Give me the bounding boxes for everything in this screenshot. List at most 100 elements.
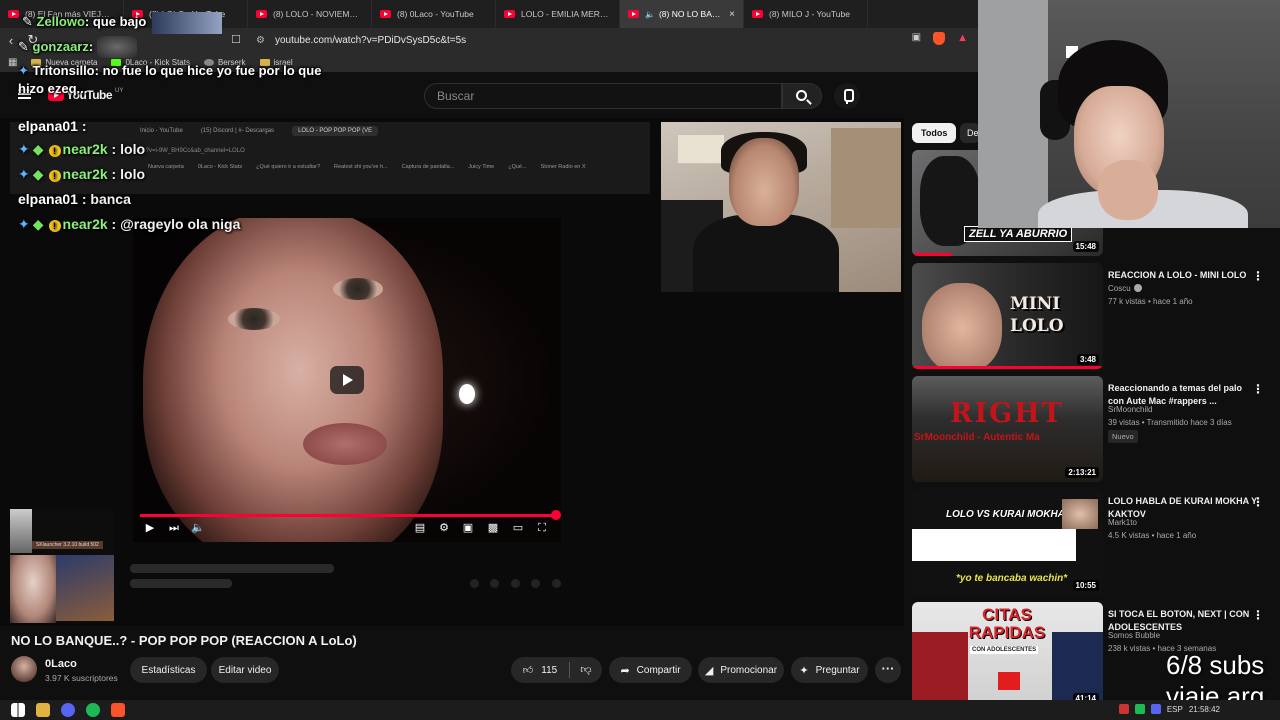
chat-text: lolo (120, 166, 146, 182)
more-options-icon[interactable]: ⋮ (1252, 269, 1264, 283)
recommended-channel[interactable]: SrMoonchild (1108, 405, 1152, 414)
ask-button[interactable]: ✦ Preguntar (791, 657, 868, 683)
wall (978, 0, 1048, 228)
chat-username: near2k (62, 141, 108, 157)
tray-app-icon[interactable] (1118, 704, 1129, 714)
recommended-channel[interactable]: Coscu (1108, 284, 1142, 293)
loading-dot (490, 579, 499, 588)
search-button[interactable] (782, 83, 822, 109)
next-icon[interactable]: ⏭ (166, 520, 182, 536)
duration-badge: 2:13:21 (1065, 467, 1099, 478)
close-tab-icon[interactable]: × (729, 9, 735, 20)
sword-badge-icon: ✦ (18, 216, 30, 232)
like-dislike-group: 👍︎ 115 👎︎ (511, 657, 602, 683)
edit-video-button[interactable]: Editar video (211, 657, 279, 683)
chip-all[interactable]: Todos (912, 123, 957, 143)
thumb-person (922, 283, 1002, 369)
more-options-icon[interactable]: ⋮ (1252, 382, 1264, 396)
channel-label: Coscu (1108, 284, 1131, 293)
more-options-icon[interactable]: ⋮ (1252, 495, 1264, 509)
person-head (729, 138, 799, 226)
video-thumbnail[interactable]: MINI LOLO 3:48 (912, 263, 1103, 369)
video-thumbnail[interactable]: RIGHT SrMoonchild - Autentic Ma 2:13:21 (912, 376, 1103, 482)
more-options-icon[interactable]: ⋮ (1252, 608, 1264, 622)
spotify-icon[interactable] (86, 703, 100, 717)
dislike-button[interactable]: 👎︎ (571, 657, 601, 683)
loading-skeleton (130, 579, 232, 588)
windows-start-icon[interactable] (11, 703, 25, 717)
clock[interactable]: 21:58:42 (1189, 705, 1220, 714)
channel-avatar[interactable] (11, 656, 37, 682)
discord-icon[interactable] (61, 703, 75, 717)
play-icon[interactable]: ▶ (142, 520, 158, 536)
music-video-frame[interactable] (133, 218, 561, 542)
video-thumbnail[interactable]: CITAS RAPIDAS CON ADOLESCENTES 41:14 (912, 602, 1103, 708)
captured-bookmark: 0Laco - Kick Stats (197, 164, 243, 170)
fullscreen-icon[interactable]: ⛶ (534, 520, 550, 536)
progress-bar[interactable] (140, 510, 561, 520)
subtitles-icon[interactable]: ▤ (412, 520, 428, 536)
share-button[interactable]: ➦ Compartir (609, 657, 692, 683)
voice-search-mic-icon[interactable] (834, 83, 860, 109)
overlay-chat-line: ✦ Tritonsillo: no fue lo que hice yo fue… (18, 63, 321, 79)
streamer-facecam (978, 0, 1280, 228)
miniplayer-icon[interactable]: ▣ (460, 520, 476, 536)
recommended-title[interactable]: Reaccionando a temas del palo con Aute M… (1108, 382, 1258, 407)
chat-icon: ✎ (18, 39, 33, 54)
video-light (459, 384, 475, 404)
progress-scrubber[interactable] (551, 510, 561, 520)
tray-app-icon[interactable] (1150, 704, 1161, 714)
like-button[interactable]: 👍︎ 115 (511, 657, 569, 683)
chat-separator: : (107, 166, 121, 182)
recommended-meta: 39 vistas • Transmitido hace 3 días (1108, 418, 1232, 427)
browser-tab[interactable]: LOLO - EMILIA MERNES ( (496, 0, 620, 28)
brave-shield-icon[interactable] (933, 32, 946, 45)
desktop-thumbnail: SKlauncher 3.2.10 build 502 (10, 509, 114, 623)
search-input[interactable]: Buscar (424, 83, 782, 109)
new-badge: Nuevo (1108, 430, 1138, 443)
toolbar-icons: ▣ ▲ (912, 32, 968, 45)
brave-browser-icon[interactable] (111, 703, 125, 717)
megaphone-icon: ◢ (704, 664, 714, 677)
recommended-video[interactable]: MINI LOLO 3:48 REACCION A LOLO - MINI LO… (912, 263, 1280, 369)
chat-username: near2k (62, 166, 108, 182)
promote-button[interactable]: ◢ Promocionar (698, 657, 784, 683)
recommended-channel[interactable]: Somos Bubble (1108, 631, 1160, 640)
chip-from-channel[interactable]: De (960, 123, 980, 143)
recommended-title[interactable]: REACCION A LOLO - MINI LOLO (1108, 269, 1258, 282)
video-eye (333, 278, 383, 300)
recommended-video[interactable]: RIGHT SrMoonchild - Autentic Ma 2:13:21 … (912, 376, 1280, 482)
speaker-icon[interactable]: 🔈 (645, 10, 655, 19)
overlay-chat-line: ✎ gonzaarz: (18, 39, 93, 55)
alert-icon[interactable]: ▲ (957, 32, 968, 45)
video-thumbnail[interactable]: LOLO VS KURAI MOKHA *yo te bancaba wachi… (912, 489, 1103, 595)
cast-icon[interactable]: ▣ (912, 32, 921, 45)
language-indicator[interactable]: ESP (1167, 705, 1183, 714)
tab-label: LOLO - EMILIA MERNES ( (521, 9, 611, 19)
share-arrow-icon: ➦ (620, 664, 630, 677)
recommended-video[interactable]: LOLO VS KURAI MOKHA *yo te bancaba wachi… (912, 489, 1280, 595)
chat-message: elpana01 : (18, 118, 87, 134)
thumb-subcaption: CON ADOLESCENTES (970, 646, 1039, 654)
tray-app-icon[interactable] (1134, 704, 1145, 714)
video-face (143, 218, 443, 542)
recommended-title[interactable]: LOLO HABLA DE KURAI MOKHA Y KAKTOV (1108, 495, 1258, 520)
watched-progress (912, 366, 1103, 369)
recommended-title[interactable]: SI TOCA EL BOTON, NEXT | CON ADOLESCENTE… (1108, 608, 1258, 633)
chat-text: banca (90, 191, 131, 207)
settings-gear-icon[interactable]: ⚙ (436, 520, 452, 536)
pip-icon[interactable]: ▩ (485, 520, 501, 536)
chat-username: near2k (62, 216, 108, 232)
recommended-channel[interactable]: Mark1to (1108, 518, 1137, 527)
more-actions-button[interactable]: ··· (875, 657, 901, 683)
browser-tab-active[interactable]: 🔈 (8) NO LO BANQU × (620, 0, 744, 28)
stats-button[interactable]: Estadísticas (130, 657, 207, 683)
browser-tab[interactable]: (8) 0Laco - YouTube (372, 0, 496, 28)
volume-icon[interactable]: 🔈 (190, 520, 206, 536)
channel-name[interactable]: 0Laco (45, 658, 77, 670)
theater-mode-icon[interactable]: ▭ (510, 520, 526, 536)
center-play-icon[interactable] (330, 366, 364, 394)
chat-username: gonzaarz (32, 39, 89, 54)
file-explorer-icon[interactable] (36, 703, 50, 717)
browser-tab[interactable]: (8) MILO J - YouTube (744, 0, 868, 28)
